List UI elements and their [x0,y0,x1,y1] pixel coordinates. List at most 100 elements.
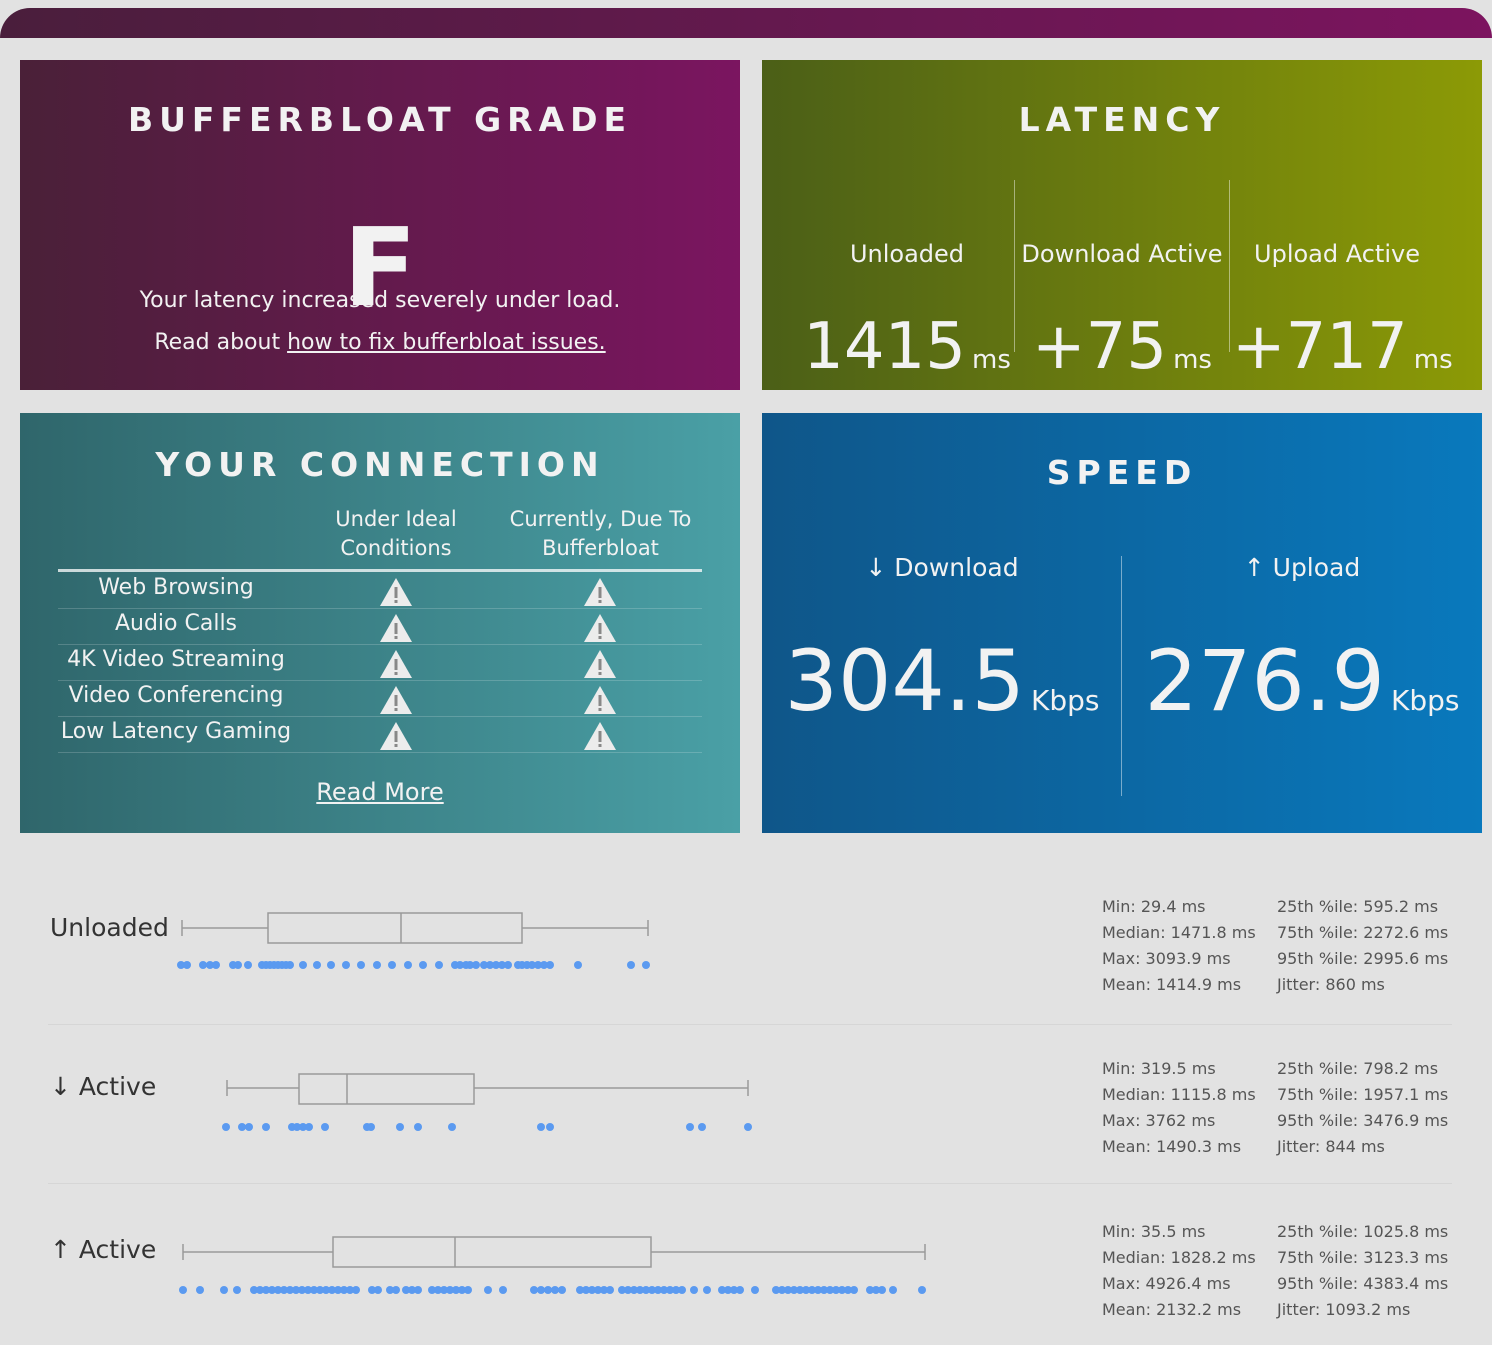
latency-unloaded-value: 1415 [803,310,966,384]
stat-max: Max: 3093.9 ms [1102,949,1231,968]
sample-dot [262,1123,270,1131]
sample-dot [286,961,294,969]
sample-dot [698,1123,706,1131]
latency-upload-label: Upload Active [1254,240,1420,268]
warning-icon [379,685,413,715]
sample-dots [177,961,650,969]
latency-unloaded: Unloaded 1415 ms [802,240,1012,415]
sample-dot [357,961,365,969]
sample-dot [464,1286,472,1294]
latency-unloaded-label: Unloaded [849,240,965,268]
sample-dot [299,961,307,969]
col-header-ideal: Under Ideal Conditions [335,507,457,560]
speed-title: SPEED [1046,453,1198,492]
stat-p75: 75th %ile: 1957.1 ms [1277,1085,1449,1104]
sample-dot [642,961,650,969]
sample-dot [484,1286,492,1294]
stat-mean: Mean: 2132.2 ms [1102,1300,1242,1319]
sample-dot [234,961,242,969]
sample-dot [918,1286,926,1294]
sample-dot [327,961,335,969]
sample-dot [499,1286,507,1294]
activity-name: 4K Video Streaming [67,647,285,672]
speed-card: SPEED ↓ Download 304.5 Kbps ↑ Upload 276.… [762,413,1482,833]
unloaded-boxplot [177,912,650,969]
warning-icon [379,721,413,751]
stat-p25: 25th %ile: 1025.8 ms [1277,1222,1449,1241]
stat-p95: 95th %ile: 4383.4 ms [1277,1274,1449,1293]
warning-icon [379,577,413,607]
stat-mean: Mean: 1414.9 ms [1102,975,1242,994]
stat-p95: 95th %ile: 3476.9 ms [1277,1111,1449,1130]
warning-icon [583,613,617,643]
latency-download-active: Download Active +75 ms [1017,240,1227,415]
sample-dot [686,1123,694,1131]
sample-dot [233,1286,241,1294]
warning-icon [583,721,617,751]
read-more-link[interactable]: Read More [20,778,740,806]
stats-row-download-active: ↓ Active Min: 319.5 ms Median: 1115.8 ms… [0,1040,1492,1180]
connection-card: YOUR CONNECTION Under Ideal Conditions C… [20,413,740,833]
download-label: ↓ Download [865,553,1019,582]
sample-dot [690,1286,698,1294]
sample-dot [627,961,635,969]
sample-dot [537,1123,545,1131]
warning-icon [379,613,413,643]
latency-upload-unit: ms [1413,345,1453,375]
latency-upload-active: Upload Active +717 ms [1232,240,1453,415]
sample-dot [396,1123,404,1131]
stat-mean: Mean: 1490.3 ms [1102,1137,1242,1156]
download-value: 304.5 [784,632,1025,730]
sample-dot [305,1123,313,1131]
grade-read-about: Read about how to fix bufferbloat issues… [20,330,740,355]
stat-p75: 75th %ile: 2272.6 ms [1277,923,1449,942]
sample-dot [245,1123,253,1131]
stat-p25: 25th %ile: 595.2 ms [1277,897,1439,916]
sample-dot [703,1286,711,1294]
grade-message: Your latency increased severely under lo… [139,288,621,313]
sample-dot [546,961,554,969]
sample-dot [342,961,350,969]
warning-icon [379,649,413,679]
warning-icon [583,649,617,679]
stats-col-left: Min: 319.5 ms Median: 1115.8 ms Max: 376… [1102,1056,1256,1160]
iqr-box [267,912,523,944]
sample-dot [414,1286,422,1294]
upload-unit: Kbps [1390,684,1460,717]
sample-dot [530,1286,538,1294]
sample-dot [212,961,220,969]
stat-min: Min: 319.5 ms [1102,1059,1216,1078]
stats-row-unloaded: Unloaded Min: 29.4 ms Median: 1471.8 ms … [0,880,1492,1020]
sample-dot [504,961,512,969]
sample-dot [751,1286,759,1294]
stats-col-left: Min: 29.4 ms Median: 1471.8 ms Max: 3093… [1102,894,1256,998]
warning-icon [583,577,617,607]
sample-dot [238,1123,246,1131]
sample-dot [558,1286,566,1294]
connection-row: Video Conferencing [58,681,702,717]
bufferbloat-grade-card: BUFFERBLOAT GRADE F Your latency increas… [20,60,740,390]
sample-dot [196,1286,204,1294]
sample-dot [744,1123,752,1131]
sample-dot [878,1286,886,1294]
stats-col-right: 25th %ile: 595.2 ms 75th %ile: 2272.6 ms… [1277,894,1448,998]
stat-max: Max: 3762 ms [1102,1111,1216,1130]
activity-name: Low Latency Gaming [60,719,292,744]
sample-dot [244,961,252,969]
stats-col-right: 25th %ile: 798.2 ms 75th %ile: 1957.1 ms… [1277,1056,1448,1160]
sample-dot [404,961,412,969]
speed-download: ↓ Download 304.5 Kbps [762,553,1122,730]
stat-jitter: Jitter: 1093.2 ms [1277,1300,1411,1319]
latency-divider [1014,180,1015,352]
latency-divider [1229,180,1230,352]
fix-bufferbloat-link[interactable]: how to fix bufferbloat issues. [287,330,606,355]
sample-dot [889,1286,897,1294]
activity-name: Audio Calls [114,611,238,636]
iqr-box [298,1073,475,1105]
warning-icon [583,685,617,715]
stat-p75: 75th %ile: 3123.3 ms [1277,1248,1449,1267]
sample-dots [222,1123,752,1131]
stat-jitter: Jitter: 860 ms [1277,975,1385,994]
sample-dot [574,961,582,969]
stat-median: Median: 1471.8 ms [1102,923,1256,942]
